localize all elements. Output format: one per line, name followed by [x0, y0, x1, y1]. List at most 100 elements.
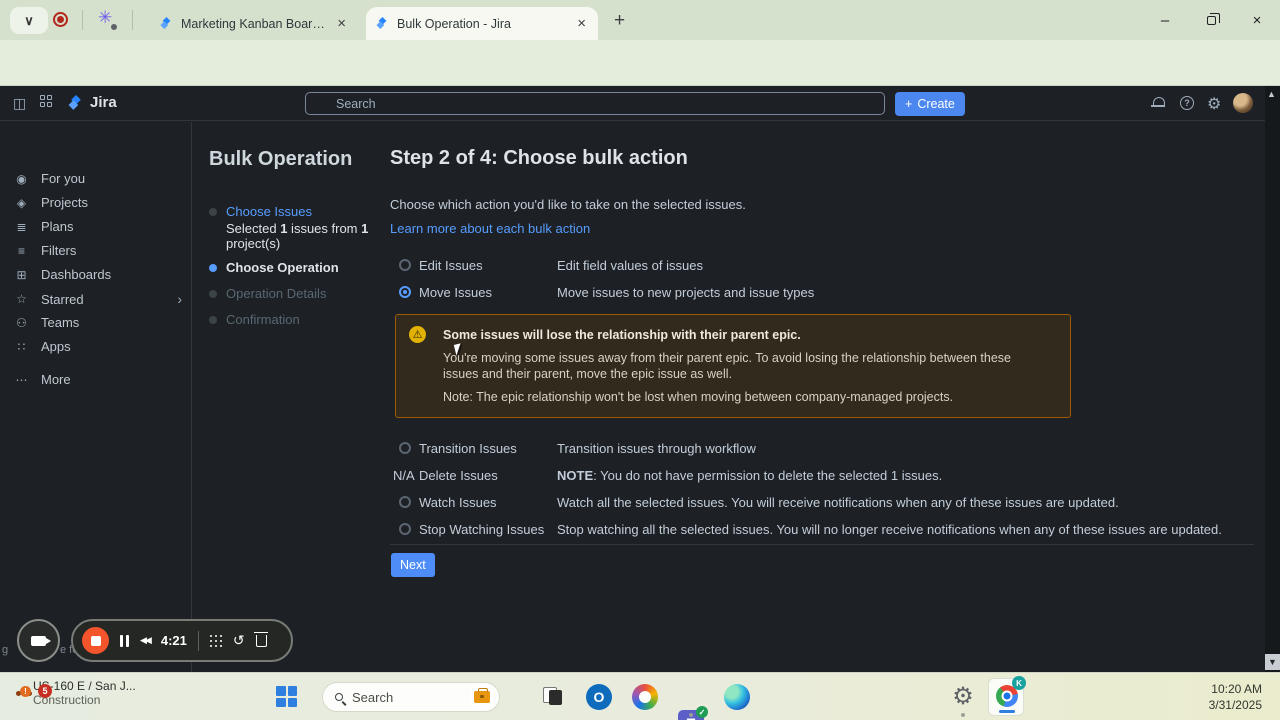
step-label: Choose Operation: [226, 260, 339, 275]
tab-search-button[interactable]: ∨: [10, 7, 48, 34]
sidebar-item-filters[interactable]: ≡ Filters: [14, 243, 182, 258]
window-restore-button[interactable]: [1188, 0, 1234, 40]
person-icon: ◉: [16, 171, 27, 186]
restart-recording-button[interactable]: ↺: [233, 632, 245, 649]
step-label: Confirmation: [226, 312, 300, 327]
page-scrollbar[interactable]: ▲ ▼: [1265, 86, 1280, 672]
learn-more-link[interactable]: Learn more about each bulk action: [390, 221, 590, 236]
traffic-widget[interactable]: ! 5 US-160 E / San J... Construction: [20, 679, 136, 707]
recording-indicator-icon[interactable]: [53, 12, 68, 27]
sidebar-item-plans[interactable]: ≣ Plans: [14, 219, 182, 234]
apps-grid-icon: ∷: [17, 339, 26, 354]
window-minimize-button[interactable]: –: [1142, 0, 1188, 40]
sidebar-toggle-icon[interactable]: ◫: [13, 95, 26, 112]
epic-warning-panel: ⚠ Some issues will lose the relationship…: [395, 314, 1071, 418]
taskbar-search-box[interactable]: Search: [322, 682, 500, 712]
radio-move-issues-selected[interactable]: [399, 286, 411, 298]
intro-text: Choose which action you'd like to take o…: [390, 197, 746, 212]
page-title: Bulk Operation: [209, 148, 353, 170]
settings-icon[interactable]: ⚙: [950, 684, 976, 710]
divider: [82, 10, 83, 30]
step-dot: [209, 316, 217, 324]
step-subtext: Selected 1 issues from 1 project(s): [226, 221, 376, 251]
extension-pinned-icon[interactable]: ✳: [98, 8, 118, 30]
jira-user-avatar[interactable]: [1233, 93, 1253, 113]
create-label: Create: [917, 97, 955, 111]
option-row-delete-issues: N/A Delete Issues NOTE: You do not have …: [390, 468, 1250, 488]
warning-note: Note: The epic relationship won't be los…: [443, 390, 954, 404]
sidebar-item-dashboards[interactable]: ⊞ Dashboards: [14, 267, 182, 282]
delete-recording-button[interactable]: [253, 631, 268, 647]
chrome-active-window-button[interactable]: K: [988, 676, 1026, 716]
option-description: Move issues to new projects and issue ty…: [557, 285, 815, 300]
start-button[interactable]: [276, 686, 297, 707]
status-check-badge: ✓: [696, 706, 708, 718]
help-icon[interactable]: ?: [1180, 96, 1194, 110]
sidebar-item-teams[interactable]: ⚇ Teams: [14, 315, 182, 330]
edge-icon[interactable]: [724, 684, 750, 710]
settings-gear-icon[interactable]: ⚙: [1207, 94, 1221, 114]
sidebar-item-starred[interactable]: ☆ Starred ›: [14, 291, 182, 307]
close-icon: ×: [1252, 11, 1262, 29]
chevron-down-icon: ∨: [24, 12, 34, 28]
effects-grid-button[interactable]: [209, 634, 222, 647]
step-choose-issues[interactable]: Choose Issues Selected 1 issues from 1 p…: [209, 204, 376, 251]
task-view-button[interactable]: [540, 684, 566, 710]
running-indicator: [689, 713, 693, 717]
outlook-icon[interactable]: O: [586, 684, 612, 710]
browser-tabstrip: ∨ ✳ Marketing Kanban Board - Kanb × Bulk…: [0, 0, 1280, 40]
tab-title: Bulk Operation - Jira: [397, 16, 511, 31]
na-label: N/A: [393, 468, 415, 483]
jira-wordmark: Jira: [90, 94, 117, 111]
rocket-icon: ◈: [16, 195, 27, 210]
sidebar-item-more[interactable]: ⋯ More: [14, 372, 182, 387]
option-label: Transition Issues: [419, 441, 517, 456]
jira-logo[interactable]: Jira: [68, 94, 117, 111]
pause-button[interactable]: [120, 634, 129, 647]
sidebar-item-apps[interactable]: ∷ Apps: [14, 339, 182, 354]
step-choose-operation: Choose Operation: [209, 260, 339, 275]
sidebar-item-label: Apps: [41, 339, 71, 354]
radio-watch-issues[interactable]: [399, 496, 411, 508]
clock-date: 3/31/2025: [1208, 698, 1262, 712]
jira-sidebar: ◉ For you ◈ Projects ≣ Plans ≡ Filters ⊞ Dash…: [0, 122, 192, 672]
chevron-right-icon[interactable]: ›: [177, 291, 182, 307]
filter-icon: ≡: [17, 243, 25, 258]
scroll-up-arrow[interactable]: ▲: [1267, 89, 1276, 99]
sidebar-item-projects[interactable]: ◈ Projects: [14, 195, 182, 210]
tab-bulk-operation[interactable]: Bulk Operation - Jira ×: [366, 7, 598, 40]
create-button[interactable]: + Create: [895, 92, 965, 116]
step-dot: [209, 290, 217, 298]
search-highlight-icon[interactable]: [469, 684, 495, 710]
tab-close-icon[interactable]: ×: [335, 15, 348, 32]
tab-marketing-kanban[interactable]: Marketing Kanban Board - Kanb ×: [150, 7, 358, 40]
jira-search-input[interactable]: [305, 92, 885, 115]
stop-recording-button[interactable]: [82, 627, 109, 654]
option-description: Stop watching all the selected issues. Y…: [557, 522, 1222, 537]
dashboard-icon: ⊞: [16, 267, 27, 282]
scroll-down-arrow[interactable]: ▼: [1265, 654, 1280, 670]
sidebar-item-label: More: [41, 372, 71, 387]
app-switcher-icon[interactable]: [40, 95, 52, 107]
step-link[interactable]: Choose Issues: [226, 204, 312, 219]
taskbar-clock[interactable]: 10:20 AM 3/31/2025: [1209, 681, 1262, 713]
sidebar-item-label: For you: [41, 171, 86, 186]
next-button[interactable]: Next: [391, 553, 435, 577]
radio-transition-issues[interactable]: [399, 442, 411, 454]
new-tab-button[interactable]: +: [614, 10, 625, 32]
count-badge: 5: [38, 684, 52, 698]
warning-icon: ⚠: [409, 326, 426, 343]
window-close-button[interactable]: ×: [1234, 0, 1280, 40]
tab-close-icon[interactable]: ×: [575, 15, 588, 32]
option-description: Watch all the selected issues. You will …: [557, 495, 1119, 510]
radio-edit-issues[interactable]: [399, 259, 411, 271]
windows-taskbar: ! 5 US-160 E / San J... Construction Sea…: [0, 672, 1280, 720]
people-icon: ⚇: [16, 315, 27, 330]
radio-stop-watching-issues[interactable]: [399, 523, 411, 535]
sidebar-item-for-you[interactable]: ◉ For you: [14, 171, 182, 186]
copilot-icon[interactable]: [632, 684, 658, 710]
note-bold: NOTE: [557, 468, 594, 483]
star-icon: ☆: [16, 292, 27, 306]
camera-bubble-button[interactable]: [17, 619, 60, 662]
rewind-button[interactable]: ◀◀: [140, 635, 152, 646]
